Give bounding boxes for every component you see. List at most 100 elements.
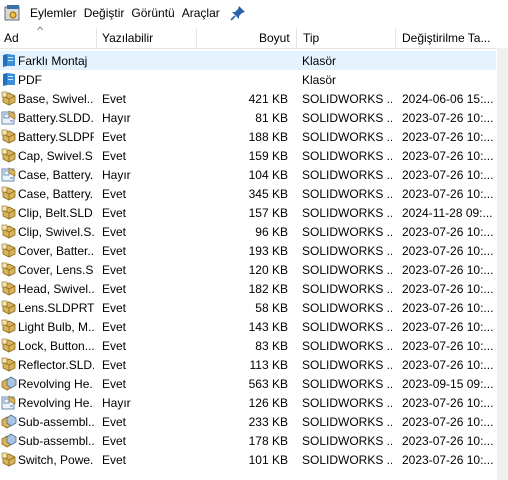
file-type: SOLIDWORKS ...	[302, 434, 392, 448]
file-name: Case, Battery....	[18, 168, 94, 182]
vault-app-icon[interactable]	[4, 4, 22, 22]
table-row[interactable]: Lock, Button.... Evet 83 KB SOLIDWORKS ... 2…	[0, 336, 496, 355]
file-name: Battery.SLDD...	[18, 111, 94, 125]
file-type: SOLIDWORKS ...	[302, 92, 392, 106]
file-writable: Evet	[102, 320, 127, 334]
column-writable[interactable]: Yazılabilir	[102, 31, 153, 45]
file-modified: 2023-09-15 09:...	[402, 377, 494, 391]
file-size: 143 KB	[248, 320, 288, 334]
file-list: Farklı Montaj Klasör PDF Klasör Base, Swivel…	[0, 51, 508, 469]
table-row[interactable]: Revolving He... Evet 563 KB SOLIDWORKS ... 2…	[0, 374, 496, 393]
file-writable: Evet	[102, 434, 127, 448]
file-size: 58 KB	[255, 301, 288, 315]
file-type: SOLIDWORKS ...	[302, 149, 392, 163]
table-row[interactable]: Cover, Lens.S... Evet 120 KB SOLIDWORKS ...…	[0, 260, 496, 279]
assembly-icon	[1, 376, 17, 391]
menu-eylemler[interactable]: Eylemler	[30, 6, 77, 20]
file-name: Cover, Lens.S...	[18, 263, 94, 277]
table-row[interactable]: Farklı Montaj Klasör	[0, 51, 496, 70]
part-icon	[1, 91, 17, 106]
file-modified: 2023-07-26 10:...	[402, 396, 494, 410]
table-row[interactable]: Case, Battery.... Evet 345 KB SOLIDWORKS ..…	[0, 184, 496, 203]
table-row[interactable]: Revolving He... Hayır 126 KB SOLIDWORKS ...…	[0, 393, 496, 412]
file-writable: Evet	[102, 339, 127, 353]
column-type[interactable]: Tip	[303, 31, 319, 45]
folder-icon	[1, 72, 17, 87]
column-modified[interactable]: Değiştirilme Ta...	[402, 31, 490, 45]
table-row[interactable]: Light Bulb, M... Evet 143 KB SOLIDWORKS ...…	[0, 317, 496, 336]
file-size: 120 KB	[248, 263, 288, 277]
file-size: 113 KB	[249, 358, 288, 372]
file-writable: Evet	[102, 244, 127, 258]
file-type: SOLIDWORKS ...	[302, 301, 392, 315]
vertical-scrollbar[interactable]	[497, 48, 508, 480]
file-modified: 2023-07-26 10:...	[402, 453, 494, 467]
file-writable: Evet	[102, 301, 127, 315]
file-writable: Evet	[102, 187, 127, 201]
file-size: 563 KB	[248, 377, 288, 391]
column-size[interactable]: Boyut	[259, 31, 290, 45]
file-modified: 2023-07-26 10:...	[402, 187, 494, 201]
column-divider[interactable]	[395, 28, 396, 48]
part-icon	[1, 243, 17, 258]
table-row[interactable]: Cap, Swivel.S... Evet 159 KB SOLIDWORKS ...…	[0, 146, 496, 165]
table-row[interactable]: Sub-assembl... Evet 178 KB SOLIDWORKS ... 20…	[0, 431, 496, 450]
file-name: Clip, Belt.SLD...	[18, 206, 94, 220]
file-name: Switch, Powe...	[18, 453, 94, 467]
table-row[interactable]: Lens.SLDPRT Evet 58 KB SOLIDWORKS ... 2023-0…	[0, 298, 496, 317]
column-name[interactable]: Ad	[4, 31, 19, 45]
table-row[interactable]: Base, Swivel.... Evet 421 KB SOLIDWORKS ...…	[0, 89, 496, 108]
file-modified: 2023-07-26 10:...	[402, 434, 494, 448]
file-modified: 2023-07-26 10:...	[402, 149, 494, 163]
file-size: 188 KB	[248, 130, 288, 144]
file-writable: Evet	[102, 263, 127, 277]
table-row[interactable]: Clip, Belt.SLD... Evet 157 KB SOLIDWORKS ..…	[0, 203, 496, 222]
file-name: PDF	[18, 73, 42, 87]
table-row[interactable]: Case, Battery.... Hayır 104 KB SOLIDWORKS .…	[0, 165, 496, 184]
file-writable: Evet	[102, 415, 127, 429]
file-size: 81 KB	[255, 111, 288, 125]
file-modified: 2023-07-26 10:...	[402, 415, 494, 429]
file-modified: 2024-06-06 15:...	[402, 92, 494, 106]
file-modified: 2023-07-26 10:...	[402, 263, 494, 277]
menu-araclar[interactable]: Araçlar	[182, 6, 220, 20]
file-name: Lock, Button....	[18, 339, 94, 353]
file-type: SOLIDWORKS ...	[302, 377, 392, 391]
file-size: 421 KB	[248, 92, 288, 106]
file-type: SOLIDWORKS ...	[302, 225, 392, 239]
table-row[interactable]: Cover, Batter.... Evet 193 KB SOLIDWORKS ..…	[0, 241, 496, 260]
file-modified: 2023-07-26 10:...	[402, 111, 494, 125]
table-row[interactable]: Reflector.SLD... Evet 113 KB SOLIDWORKS ...…	[0, 355, 496, 374]
column-divider[interactable]	[296, 28, 297, 48]
part-icon	[1, 319, 17, 334]
menu-goruntu[interactable]: Görüntü	[131, 6, 174, 20]
file-type: SOLIDWORKS ...	[302, 453, 392, 467]
file-type: Klasör	[302, 73, 337, 87]
file-size: 157 KB	[248, 206, 288, 220]
table-row[interactable]: Switch, Powe... Evet 101 KB SOLIDWORKS ... 2…	[0, 450, 496, 469]
column-divider[interactable]	[196, 28, 197, 48]
file-name: Battery.SLDPRT	[18, 130, 94, 144]
pin-icon[interactable]	[230, 5, 246, 21]
file-size: 101 KB	[248, 453, 288, 467]
table-row[interactable]: PDF Klasör	[0, 70, 496, 89]
part-icon	[1, 452, 17, 467]
file-modified: 2023-07-26 10:...	[402, 282, 494, 296]
table-row[interactable]: Clip, Swivel.S... Evet 96 KB SOLIDWORKS ...…	[0, 222, 496, 241]
file-type: SOLIDWORKS ...	[302, 187, 392, 201]
file-writable: Evet	[102, 225, 127, 239]
table-row[interactable]: Sub-assembl... Evet 233 KB SOLIDWORKS ... 20…	[0, 412, 496, 431]
table-row[interactable]: Battery.SLDPRT Evet 188 KB SOLIDWORKS ... 20…	[0, 127, 496, 146]
table-row[interactable]: Battery.SLDD... Hayır 81 KB SOLIDWORKS ... 2…	[0, 108, 496, 127]
menu-degistir[interactable]: Değiştir	[84, 6, 125, 20]
column-divider[interactable]	[96, 28, 97, 48]
file-type: SOLIDWORKS ...	[302, 282, 392, 296]
file-writable: Evet	[102, 206, 127, 220]
part-icon	[1, 300, 17, 315]
file-modified: 2023-07-26 10:...	[402, 168, 494, 182]
file-size: 233 KB	[248, 415, 288, 429]
file-modified: 2023-07-26 10:...	[402, 244, 494, 258]
table-row[interactable]: Head, Swivel.... Evet 182 KB SOLIDWORKS ...…	[0, 279, 496, 298]
file-size: 83 KB	[255, 339, 288, 353]
file-writable: Hayır	[102, 168, 131, 182]
